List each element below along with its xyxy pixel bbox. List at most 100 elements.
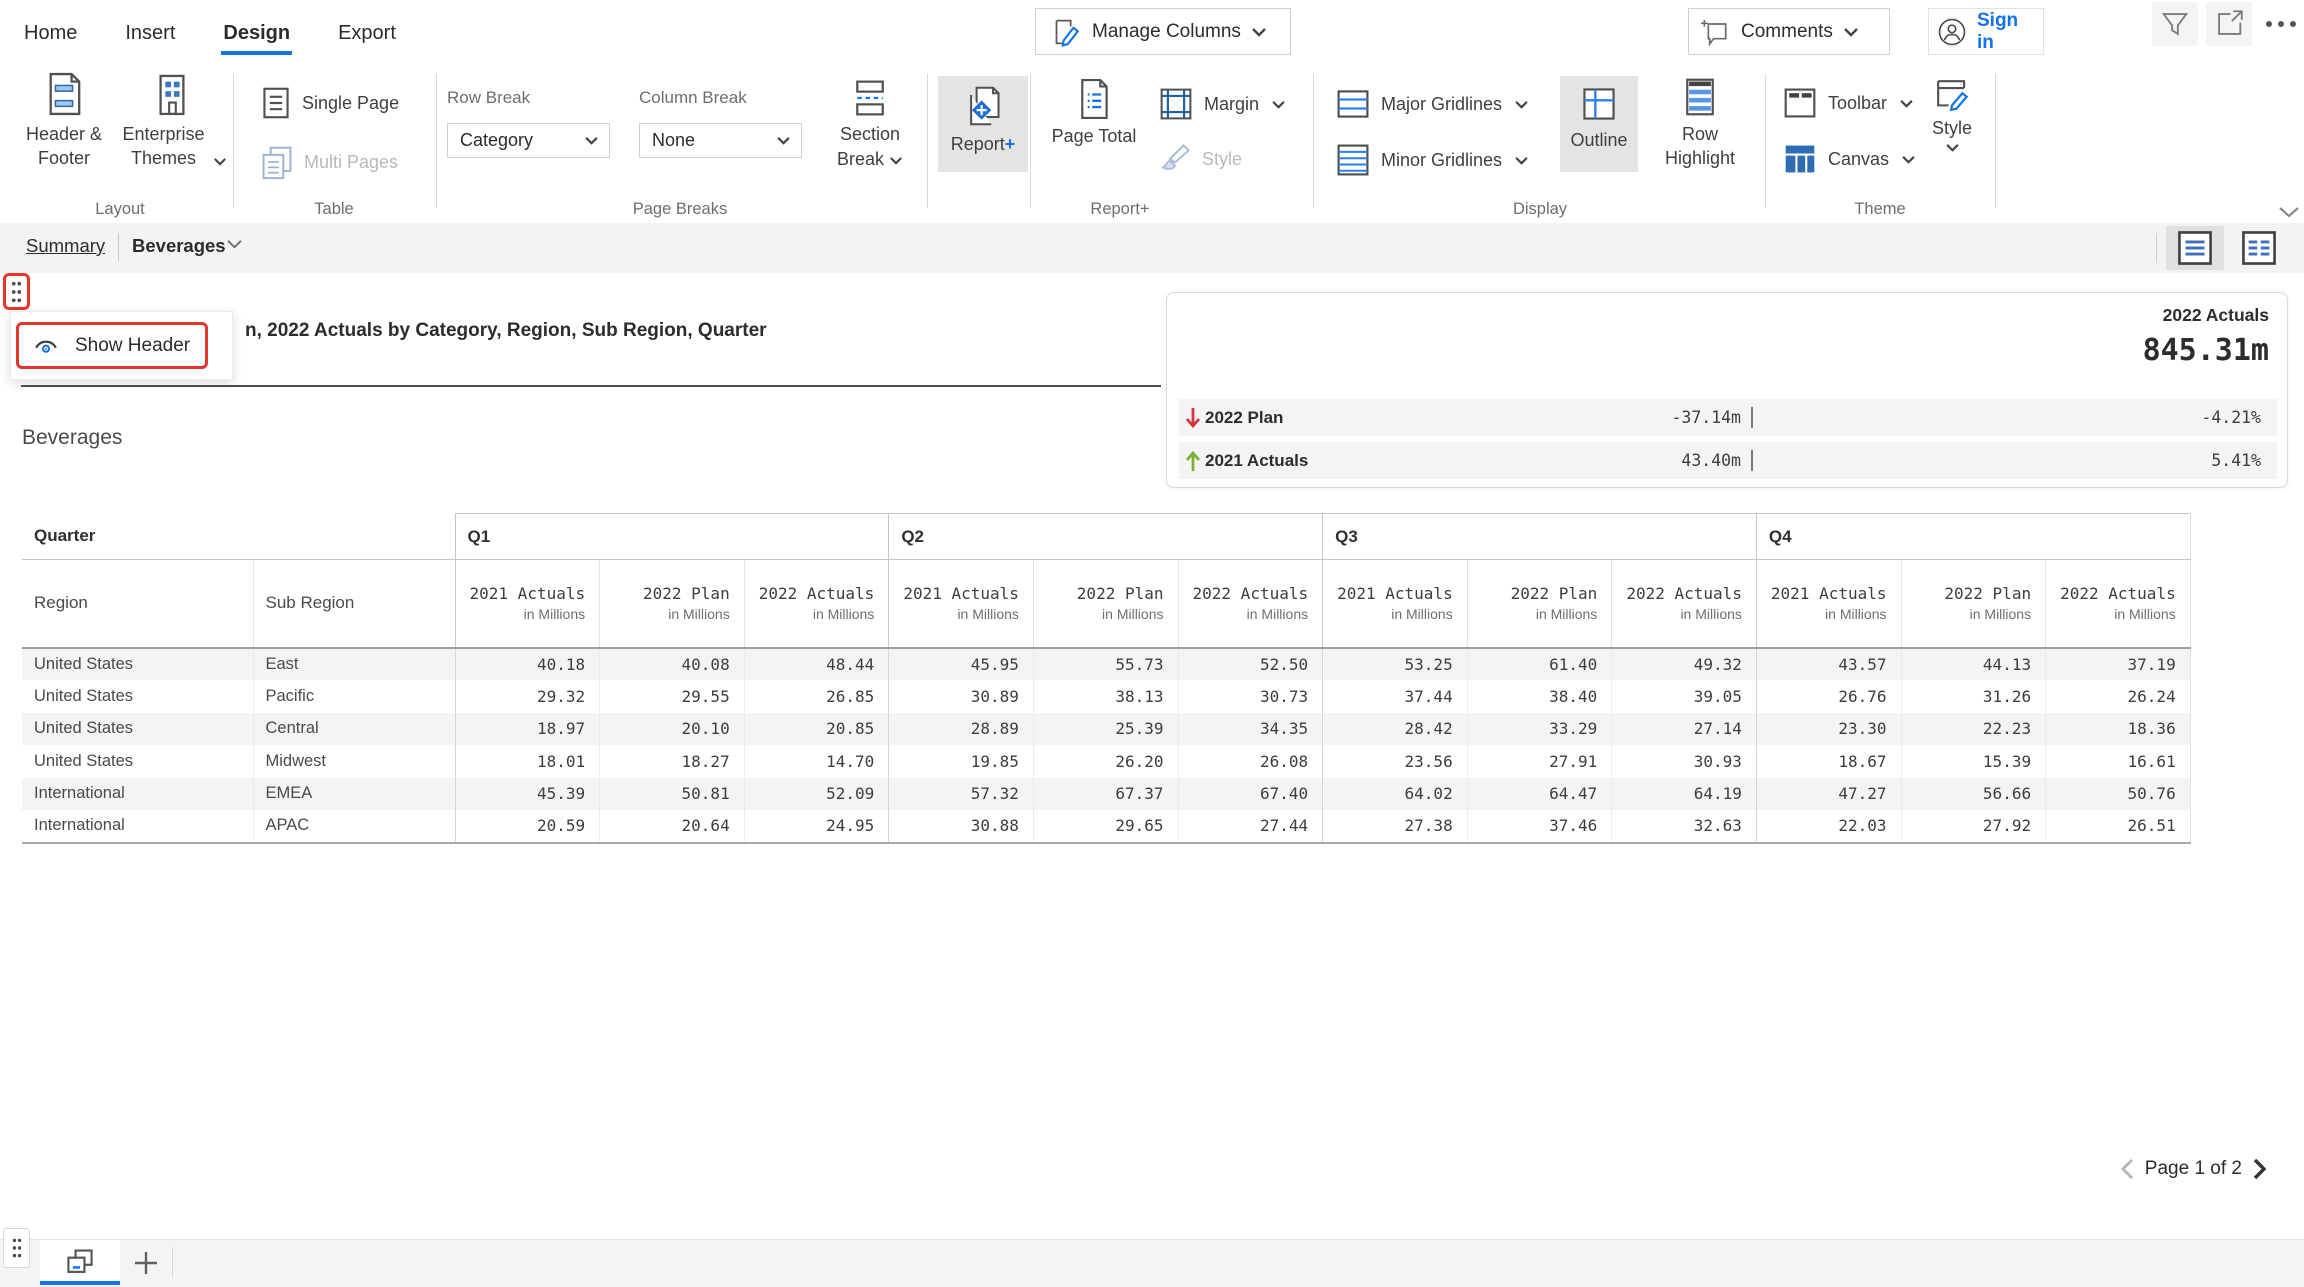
table-row: InternationalEMEA45.3950.8152.0957.3267.… <box>22 778 2190 811</box>
measure-header-cell: 2022 Actualsin Millions <box>1178 560 1323 648</box>
menu-tab-home[interactable]: Home <box>22 8 79 55</box>
value-cell: 64.02 <box>1323 778 1468 811</box>
menu-tab-insert[interactable]: Insert <box>123 8 177 55</box>
enterprise-themes-button[interactable]: Enterprise Themes <box>116 72 228 171</box>
value-cell: 20.10 <box>600 713 745 746</box>
value-cell: 23.56 <box>1323 745 1468 778</box>
more-options-button[interactable] <box>2258 2 2304 46</box>
table-row: InternationalAPAC20.5920.6424.9530.8829.… <box>22 810 2190 843</box>
page-total-label: Page Total <box>1052 126 1137 147</box>
quarter-header-cell: Q3 <box>1323 514 1757 560</box>
column-break-select[interactable]: None <box>639 123 802 158</box>
report-plus-button[interactable]: Report+ <box>938 76 1028 172</box>
value-cell: 55.73 <box>1033 648 1178 681</box>
value-cell: 28.42 <box>1323 713 1468 746</box>
measure-header-cell: 2021 Actualsin Millions <box>889 560 1034 648</box>
value-cell: 37.44 <box>1323 680 1468 713</box>
sign-in-button[interactable]: Sign in <box>1928 8 2044 55</box>
comments-label: Comments <box>1741 21 1833 43</box>
theme-style-button[interactable]: Style <box>1922 76 1982 152</box>
value-cell: 52.50 <box>1178 648 1323 681</box>
value-cell: 30.73 <box>1178 680 1323 713</box>
active-page-indicator <box>40 1281 120 1285</box>
outline-button[interactable]: Outline <box>1560 76 1638 172</box>
measure-header-cell: 2022 Planin Millions <box>1467 560 1612 648</box>
kpi-row-delta: -37.14m <box>1671 399 1741 436</box>
page-indicator: Page 1 of 2 <box>2145 1158 2242 1180</box>
comment-add-icon <box>1699 16 1731 48</box>
chevron-down-icon <box>889 156 903 165</box>
value-cell: 29.65 <box>1033 810 1178 843</box>
subregion-cell: APAC <box>253 810 455 843</box>
sheet-tab-row: Summary Beverages <box>0 223 2304 273</box>
chevron-down-icon <box>776 136 791 145</box>
value-cell: 38.40 <box>1467 680 1612 713</box>
region-cell: United States <box>22 713 253 746</box>
value-cell: 49.32 <box>1612 648 1757 681</box>
tab-summary[interactable]: Summary <box>26 235 105 257</box>
tab-beverages[interactable]: Beverages <box>132 235 226 257</box>
minor-gridlines-button[interactable]: Minor Gridlines <box>1335 142 1529 178</box>
theme-canvas-button[interactable]: Canvas <box>1782 142 1916 176</box>
major-gridlines-button[interactable]: Major Gridlines <box>1335 86 1529 122</box>
measure-header-cell: 2022 Planin Millions <box>600 560 745 648</box>
value-cell: 18.01 <box>455 745 600 778</box>
value-cell: 30.89 <box>889 680 1034 713</box>
kpi-separator <box>1751 407 1753 428</box>
row-break-select[interactable]: Category <box>447 123 610 158</box>
single-page-button[interactable]: Single Page <box>260 86 399 120</box>
report-title: n, 2022 Actuals by Category, Region, Sub… <box>245 320 767 342</box>
value-cell: 28.89 <box>889 713 1034 746</box>
row-break-label: Row Break <box>447 88 530 108</box>
measure-header-cell: 2022 Planin Millions <box>1033 560 1178 648</box>
tab-beverages-chevron[interactable] <box>226 239 243 250</box>
comments-button[interactable]: Comments <box>1688 8 1890 55</box>
value-cell: 57.32 <box>889 778 1034 811</box>
value-cell: 34.35 <box>1178 713 1323 746</box>
page-thumbnail-tab[interactable] <box>40 1240 120 1285</box>
expand-button[interactable] <box>2206 2 2252 46</box>
report-drag-handle[interactable] <box>3 273 30 310</box>
bottom-bar-divider <box>172 1247 173 1278</box>
page-total-button[interactable]: Page Total <box>1046 78 1142 147</box>
value-cell: 27.92 <box>1901 810 2046 843</box>
ribbon-collapse-button[interactable] <box>2278 206 2300 218</box>
chevron-down-icon <box>1271 100 1286 109</box>
region-header-cell: Region <box>22 560 253 648</box>
value-cell: 47.27 <box>1756 778 1901 811</box>
major-gridlines-label: Major Gridlines <box>1381 94 1502 115</box>
margin-button[interactable]: Margin <box>1158 86 1286 122</box>
row-highlight-button[interactable]: Row Highlight <box>1645 76 1755 171</box>
region-cell: International <box>22 810 253 843</box>
section-break-button[interactable]: Section Break <box>822 78 918 172</box>
column-break-value: None <box>652 130 695 151</box>
header-footer-button[interactable]: Header & Footer <box>18 72 110 171</box>
value-cell: 26.76 <box>1756 680 1901 713</box>
pagination: Page 1 of 2 <box>2119 1157 2268 1181</box>
pages-drag-handle[interactable] <box>3 1228 30 1268</box>
group-label-theme: Theme <box>1800 200 1960 219</box>
column-view-toggle[interactable] <box>2230 226 2288 270</box>
value-cell: 30.88 <box>889 810 1034 843</box>
value-cell: 40.08 <box>600 648 745 681</box>
theme-toolbar-button[interactable]: Toolbar <box>1782 86 1914 120</box>
manage-columns-button[interactable]: Manage Columns <box>1035 8 1291 55</box>
value-cell: 14.70 <box>744 745 889 778</box>
value-cell: 30.93 <box>1612 745 1757 778</box>
list-view-toggle[interactable] <box>2166 226 2224 270</box>
filter-button[interactable] <box>2152 2 2198 46</box>
minor-gridlines-icon <box>1335 142 1371 178</box>
value-cell: 26.85 <box>744 680 889 713</box>
page-next-icon[interactable] <box>2252 1157 2268 1181</box>
tab-divider <box>118 233 119 261</box>
menu-tab-export[interactable]: Export <box>336 8 398 55</box>
show-header-menu-item[interactable]: Show Header <box>16 322 208 369</box>
menu-tab-design[interactable]: Design <box>221 8 292 55</box>
column-break-label: Column Break <box>639 88 747 108</box>
quarter-header-cell: Q2 <box>889 514 1323 560</box>
row-highlight-label: Row Highlight <box>1650 122 1750 171</box>
chevron-down-icon <box>226 239 243 250</box>
view-toggle-divider <box>2156 233 2157 263</box>
add-page-button[interactable] <box>120 1240 172 1285</box>
value-cell: 45.39 <box>455 778 600 811</box>
